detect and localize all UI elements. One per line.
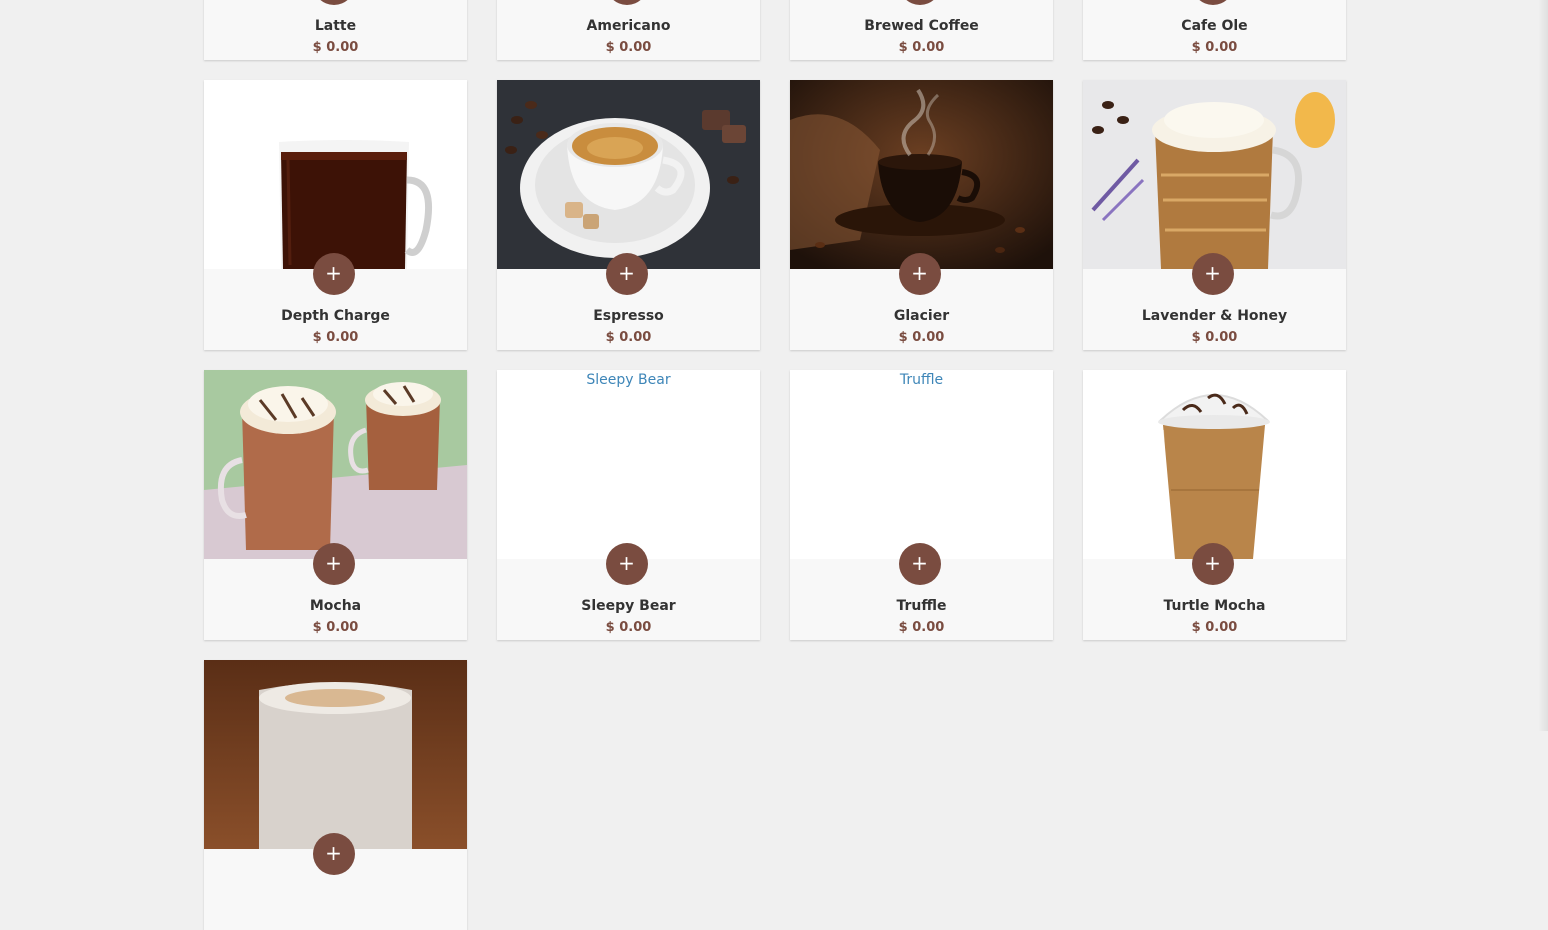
product-price: $ 0.00: [605, 40, 652, 55]
image-alt-text: Sleepy Bear: [586, 372, 671, 388]
product-name: Truffle: [896, 598, 947, 614]
product-card-glacier[interactable]: + Glacier $ 0.00: [790, 80, 1053, 350]
add-to-cart-button[interactable]: +: [605, 0, 648, 5]
product-price: $ 0.00: [312, 40, 359, 55]
product-card-mocha[interactable]: + Mocha $ 0.00: [204, 370, 467, 640]
add-to-cart-button[interactable]: +: [605, 253, 648, 295]
latte-foam-image: [204, 660, 467, 849]
product-image: [790, 80, 1053, 269]
product-name: Espresso: [593, 308, 664, 324]
add-to-cart-button[interactable]: +: [898, 543, 941, 585]
product-card-partial[interactable]: +: [204, 660, 467, 930]
product-image: [204, 80, 467, 269]
product-price: $ 0.00: [605, 620, 652, 635]
product-image: [204, 660, 467, 849]
product-name: Glacier: [893, 308, 950, 324]
image-alt-text: Truffle: [899, 372, 944, 388]
iced-mocha-cup-image: [1083, 370, 1346, 559]
product-price: $ 0.00: [1191, 330, 1238, 345]
mocha-mugs-image: [204, 370, 467, 559]
product-card-americano[interactable]: + Americano $ 0.00: [497, 0, 760, 60]
product-name: Cafe Ole: [1181, 18, 1248, 34]
product-name: Sleepy Bear: [581, 598, 676, 614]
product-card-lavender-honey[interactable]: + Lavender & Honey $ 0.00: [1083, 80, 1346, 350]
product-name: Latte: [314, 18, 357, 34]
add-to-cart-button[interactable]: +: [312, 833, 355, 875]
espresso-cup-image: [497, 80, 760, 269]
product-image: [1083, 370, 1346, 559]
add-to-cart-button[interactable]: +: [1191, 0, 1234, 5]
product-card-turtle-mocha[interactable]: + Turtle Mocha $ 0.00: [1083, 370, 1346, 640]
product-name: Depth Charge: [281, 308, 390, 324]
product-price: $ 0.00: [1191, 620, 1238, 635]
product-price: $ 0.00: [312, 330, 359, 345]
product-price: $ 0.00: [605, 330, 652, 345]
product-image: [497, 80, 760, 269]
product-image: [1083, 80, 1346, 269]
product-price: $ 0.00: [898, 330, 945, 345]
product-card-latte[interactable]: + Latte $ 0.00: [204, 0, 467, 60]
add-to-cart-button[interactable]: +: [1191, 543, 1234, 585]
add-to-cart-button[interactable]: +: [898, 0, 941, 5]
lavender-latte-image: [1083, 80, 1346, 269]
product-name: Lavender & Honey: [1141, 308, 1288, 324]
product-card-espresso[interactable]: + Espresso $ 0.00: [497, 80, 760, 350]
add-to-cart-button[interactable]: +: [898, 253, 941, 295]
add-to-cart-button[interactable]: +: [1191, 253, 1234, 295]
add-to-cart-button[interactable]: +: [312, 253, 355, 295]
add-to-cart-button[interactable]: +: [312, 0, 355, 5]
product-name: Brewed Coffee: [864, 18, 979, 34]
product-image-broken: Sleepy Bear: [497, 370, 760, 559]
product-grid: + Latte $ 0.00 + Americano $ 0.00 + Brew…: [204, 0, 1346, 930]
product-card-brewed-coffee[interactable]: + Brewed Coffee $ 0.00: [790, 0, 1053, 60]
product-card-truffle[interactable]: Truffle + Truffle $ 0.00: [790, 370, 1053, 640]
product-image: [204, 370, 467, 559]
product-name: Americano: [586, 18, 671, 34]
glass-mug-image: [204, 80, 467, 269]
product-name: Turtle Mocha: [1163, 598, 1266, 614]
product-card-depth-charge[interactable]: + Depth Charge $ 0.00: [204, 80, 467, 350]
product-image-broken: Truffle: [790, 370, 1053, 559]
product-card-cafe-ole[interactable]: + Cafe Ole $ 0.00: [1083, 0, 1346, 60]
product-price: $ 0.00: [312, 620, 359, 635]
add-to-cart-button[interactable]: +: [605, 543, 648, 585]
steaming-cup-image: [790, 80, 1053, 269]
product-name: Mocha: [309, 598, 362, 614]
product-price: $ 0.00: [898, 620, 945, 635]
add-to-cart-button[interactable]: +: [312, 543, 355, 585]
product-price: $ 0.00: [898, 40, 945, 55]
scrollbar-shadow: [1538, 0, 1548, 731]
product-card-sleepy-bear[interactable]: Sleepy Bear + Sleepy Bear $ 0.00: [497, 370, 760, 640]
product-price: $ 0.00: [1191, 40, 1238, 55]
